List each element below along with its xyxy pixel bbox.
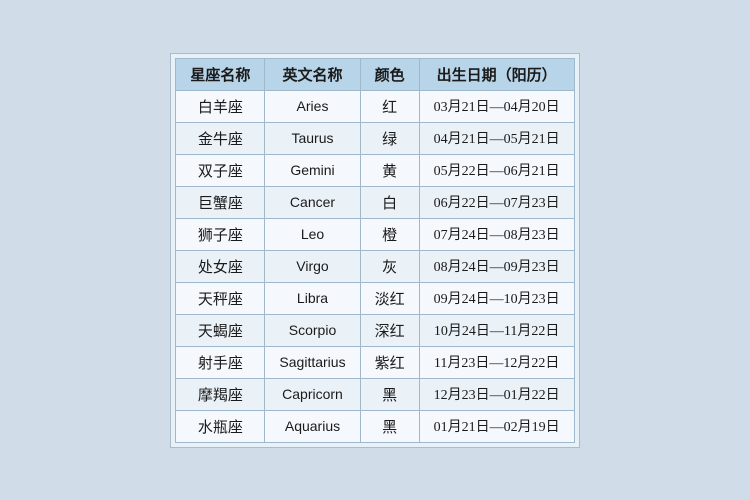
cell-color: 白	[360, 186, 419, 218]
table-row: 巨蟹座Cancer白06月22日—07月23日	[176, 186, 574, 218]
table-header-row: 星座名称 英文名称 颜色 出生日期（阳历）	[176, 58, 574, 90]
cell-english: Aquarius	[265, 410, 360, 442]
col-header-chinese: 星座名称	[176, 58, 265, 90]
cell-color: 黄	[360, 154, 419, 186]
cell-chinese: 天蝎座	[176, 314, 265, 346]
cell-english: Scorpio	[265, 314, 360, 346]
table-row: 金牛座Taurus绿04月21日—05月21日	[176, 122, 574, 154]
col-header-dates: 出生日期（阳历）	[419, 58, 574, 90]
col-header-english: 英文名称	[265, 58, 360, 90]
cell-color: 红	[360, 90, 419, 122]
table-row: 狮子座Leo橙07月24日—08月23日	[176, 218, 574, 250]
cell-color: 绿	[360, 122, 419, 154]
cell-dates: 12月23日—01月22日	[419, 378, 574, 410]
cell-dates: 01月21日—02月19日	[419, 410, 574, 442]
cell-english: Aries	[265, 90, 360, 122]
table-row: 处女座Virgo灰08月24日—09月23日	[176, 250, 574, 282]
cell-english: Taurus	[265, 122, 360, 154]
col-header-color: 颜色	[360, 58, 419, 90]
cell-chinese: 白羊座	[176, 90, 265, 122]
cell-dates: 09月24日—10月23日	[419, 282, 574, 314]
cell-color: 紫红	[360, 346, 419, 378]
cell-english: Leo	[265, 218, 360, 250]
cell-color: 深红	[360, 314, 419, 346]
table-row: 天秤座Libra淡红09月24日—10月23日	[176, 282, 574, 314]
table-row: 白羊座Aries红03月21日—04月20日	[176, 90, 574, 122]
cell-english: Sagittarius	[265, 346, 360, 378]
cell-dates: 03月21日—04月20日	[419, 90, 574, 122]
table-row: 天蝎座Scorpio深红10月24日—11月22日	[176, 314, 574, 346]
cell-color: 黑	[360, 378, 419, 410]
zodiac-table: 星座名称 英文名称 颜色 出生日期（阳历） 白羊座Aries红03月21日—04…	[175, 58, 574, 443]
cell-dates: 07月24日—08月23日	[419, 218, 574, 250]
zodiac-table-wrapper: 星座名称 英文名称 颜色 出生日期（阳历） 白羊座Aries红03月21日—04…	[170, 53, 579, 448]
cell-color: 灰	[360, 250, 419, 282]
table-row: 摩羯座Capricorn黑12月23日—01月22日	[176, 378, 574, 410]
cell-english: Virgo	[265, 250, 360, 282]
cell-chinese: 水瓶座	[176, 410, 265, 442]
cell-chinese: 狮子座	[176, 218, 265, 250]
cell-dates: 05月22日—06月21日	[419, 154, 574, 186]
cell-chinese: 摩羯座	[176, 378, 265, 410]
cell-dates: 11月23日—12月22日	[419, 346, 574, 378]
cell-english: Cancer	[265, 186, 360, 218]
cell-chinese: 金牛座	[176, 122, 265, 154]
cell-chinese: 双子座	[176, 154, 265, 186]
cell-color: 淡红	[360, 282, 419, 314]
cell-color: 黑	[360, 410, 419, 442]
cell-chinese: 射手座	[176, 346, 265, 378]
cell-chinese: 处女座	[176, 250, 265, 282]
table-row: 水瓶座Aquarius黑01月21日—02月19日	[176, 410, 574, 442]
cell-english: Libra	[265, 282, 360, 314]
cell-english: Capricorn	[265, 378, 360, 410]
cell-color: 橙	[360, 218, 419, 250]
cell-english: Gemini	[265, 154, 360, 186]
cell-dates: 06月22日—07月23日	[419, 186, 574, 218]
cell-dates: 04月21日—05月21日	[419, 122, 574, 154]
table-row: 双子座Gemini黄05月22日—06月21日	[176, 154, 574, 186]
cell-chinese: 巨蟹座	[176, 186, 265, 218]
cell-dates: 10月24日—11月22日	[419, 314, 574, 346]
cell-dates: 08月24日—09月23日	[419, 250, 574, 282]
cell-chinese: 天秤座	[176, 282, 265, 314]
table-row: 射手座Sagittarius紫红11月23日—12月22日	[176, 346, 574, 378]
